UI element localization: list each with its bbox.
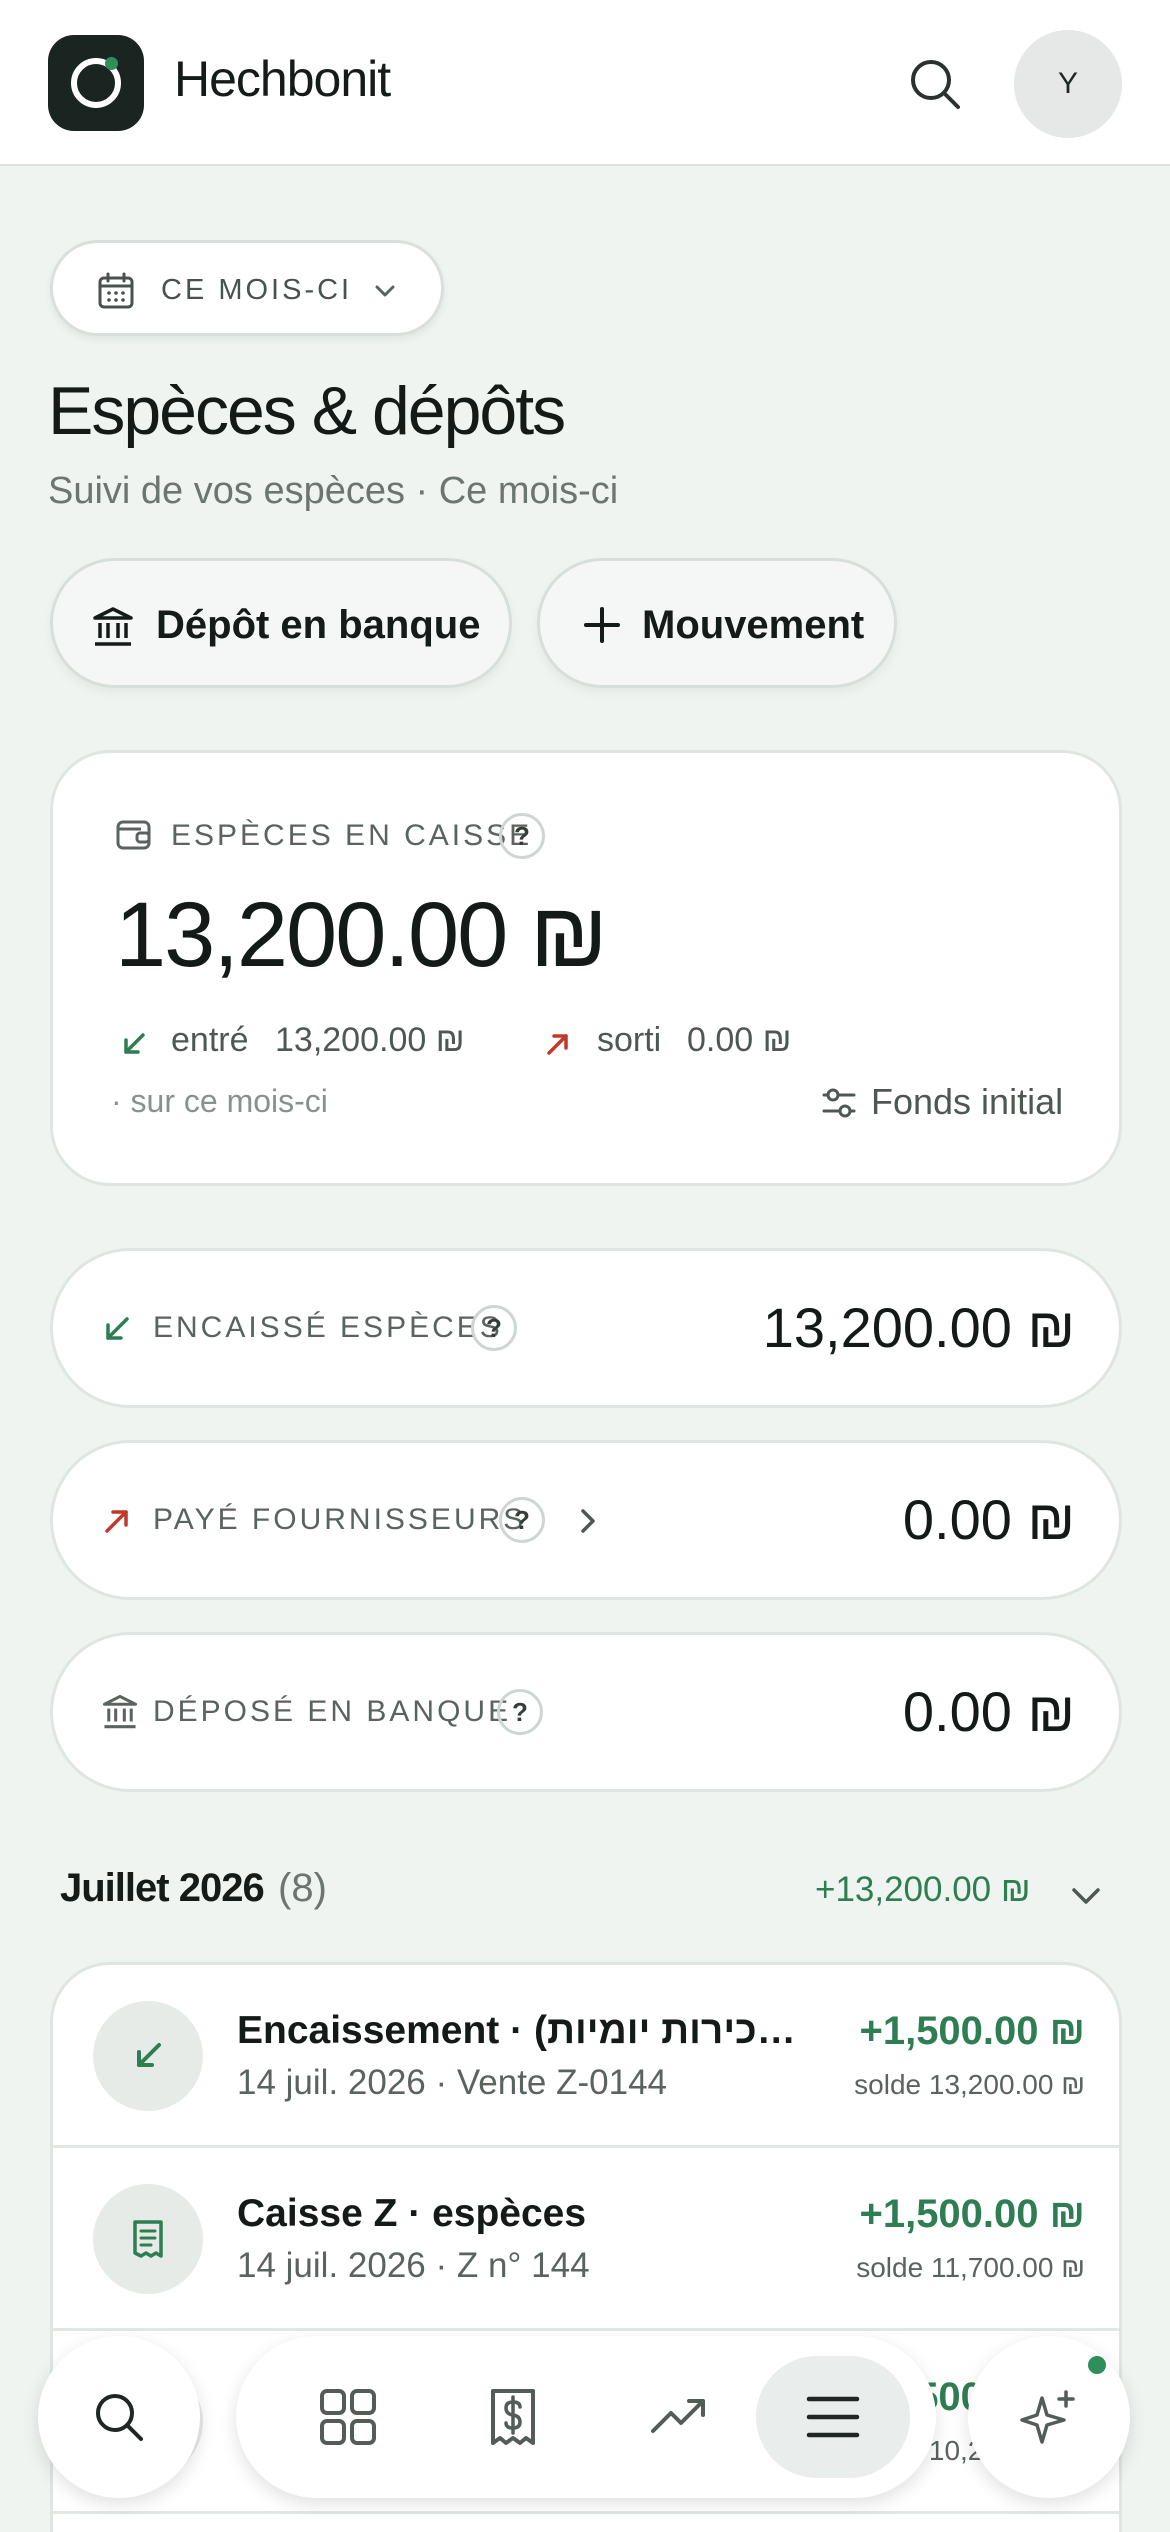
transaction-meta: 14 juil. 2026 · Vente Z-0144	[237, 2063, 668, 2102]
help-icon[interactable]: ?	[499, 1497, 545, 1543]
arrow-down-left-icon	[106, 1317, 129, 1340]
receipt-icon	[133, 2220, 163, 2258]
period-selector[interactable]: CE MOIS-CI	[50, 240, 444, 336]
bank-icon	[93, 607, 133, 646]
transaction-amount: +1,500.00 ₪	[859, 2009, 1085, 2053]
add-movement-button[interactable]: Mouvement	[537, 558, 897, 688]
menu-icon	[806, 2396, 860, 2438]
ai-assistant-button[interactable]	[968, 2336, 1130, 2498]
transaction-icon-badge	[93, 2184, 203, 2294]
wallet-icon	[116, 820, 151, 850]
period-label: CE MOIS-CI	[161, 274, 353, 306]
suppliers-paid-card[interactable]: PAYÉ FOURNISSEURS ? 0.00 ₪	[50, 1440, 1122, 1600]
help-icon[interactable]: ?	[499, 813, 545, 859]
plus-icon	[584, 607, 620, 643]
page-title: Espèces & dépôts	[48, 373, 566, 449]
notification-dot	[1088, 2356, 1106, 2374]
arrow-up-right-icon	[105, 1510, 128, 1533]
month-group-total: +13,200.00 ₪	[815, 1870, 1031, 1909]
page-subtitle: Suivi de vos espèces · Ce mois-ci	[48, 470, 619, 512]
suppliers-paid-label: PAYÉ FOURNISSEURS	[153, 1503, 527, 1536]
cash-collected-label: ENCAISSÉ ESPÈCES	[153, 1311, 503, 1344]
month-group-count: (8)	[278, 1866, 327, 1910]
cash-collected-card[interactable]: ENCAISSÉ ESPÈCES ? 13,200.00 ₪	[50, 1248, 1122, 1408]
scope-label: · sur ce mois-ci	[111, 1083, 328, 1119]
suppliers-paid-amount: 0.00 ₪	[902, 1488, 1075, 1551]
app-logo[interactable]	[48, 35, 144, 131]
avatar[interactable]: Y	[1014, 30, 1122, 138]
chevron-down-icon	[375, 285, 395, 297]
transaction-meta: 14 juil. 2026 · Z n° 144	[237, 2246, 590, 2285]
cash-collected-amount: 13,200.00 ₪	[762, 1296, 1075, 1359]
transaction-title: Caisse Z · espèces	[237, 2192, 587, 2235]
dashboard-icon	[320, 2389, 376, 2445]
cash-on-hand-card: ESPÈCES EN CAISSE ? 13,200.00 ₪ entré 13…	[50, 750, 1122, 1186]
transaction-amount: +1,500.00 ₪	[859, 2192, 1085, 2236]
cash-out-value: 0.00 ₪	[687, 1021, 792, 1059]
list-item[interactable]: Encaissement · (מכירות יומיות) ... 14 ju…	[53, 1965, 1119, 2148]
nav-receipts[interactable]	[468, 2372, 558, 2462]
add-movement-label: Mouvement	[642, 603, 865, 647]
cash-label: ESPÈCES EN CAISSE	[171, 819, 533, 852]
help-icon[interactable]: ?	[497, 1689, 543, 1735]
transaction-icon-badge	[93, 2001, 203, 2111]
calendar-icon	[98, 272, 134, 309]
nav-search-button[interactable]	[38, 2336, 200, 2498]
initial-fund-link[interactable]: Fonds initial	[871, 1081, 1063, 1123]
bank-deposited-card[interactable]: DÉPOSÉ EN BANQUE ? 0.00 ₪	[50, 1632, 1122, 1792]
nav-menu-active[interactable]	[756, 2356, 910, 2478]
chevron-right-icon	[581, 1509, 595, 1533]
search-icon	[96, 2394, 143, 2441]
transaction-balance: solde 13,200.00 ₪	[854, 2069, 1085, 2100]
cash-amount: 13,200.00 ₪	[115, 884, 608, 986]
logo-dot	[105, 57, 118, 70]
sliders-icon	[822, 1088, 856, 1118]
bank-deposited-amount: 0.00 ₪	[902, 1680, 1075, 1743]
cash-out-label: sorti	[597, 1021, 662, 1059]
bank-deposit-label: Dépôt en banque	[156, 603, 481, 647]
arrow-up-right-icon	[547, 1034, 568, 1055]
receipt-dollar-icon	[491, 2389, 535, 2445]
nav-trends[interactable]	[634, 2372, 724, 2462]
sparkle-icon	[1020, 2390, 1075, 2444]
chevron-down-icon[interactable]	[1068, 1878, 1104, 1914]
top-app-bar: Hechbonit Y	[0, 0, 1170, 166]
arrow-down-left-icon	[137, 2043, 161, 2067]
cash-in-value: 13,200.00 ₪	[275, 1021, 465, 1059]
cash-in-label: entré	[171, 1021, 249, 1059]
list-item[interactable]: Caisse Z · espèces 14 juil. 2026 · Z n° …	[53, 2148, 1119, 2331]
transaction-title: Encaissement · (מכירות יומיות) ...	[237, 2009, 797, 2052]
bank-deposit-button[interactable]: Dépôt en banque	[50, 558, 512, 688]
bank-deposited-label: DÉPOSÉ EN BANQUE	[153, 1695, 512, 1728]
help-icon[interactable]: ?	[471, 1305, 517, 1351]
transaction-balance: solde 11,700.00 ₪	[856, 2252, 1085, 2283]
app-name: Hechbonit	[174, 51, 391, 107]
bottom-nav-bar	[236, 2336, 936, 2498]
arrow-down-left-icon	[124, 1033, 145, 1054]
month-group-title[interactable]: Juillet 2026	[60, 1866, 265, 1911]
trending-up-icon	[651, 2399, 705, 2433]
search-icon[interactable]	[905, 54, 965, 114]
bank-icon	[102, 1694, 138, 1729]
nav-dashboard[interactable]	[303, 2372, 393, 2462]
